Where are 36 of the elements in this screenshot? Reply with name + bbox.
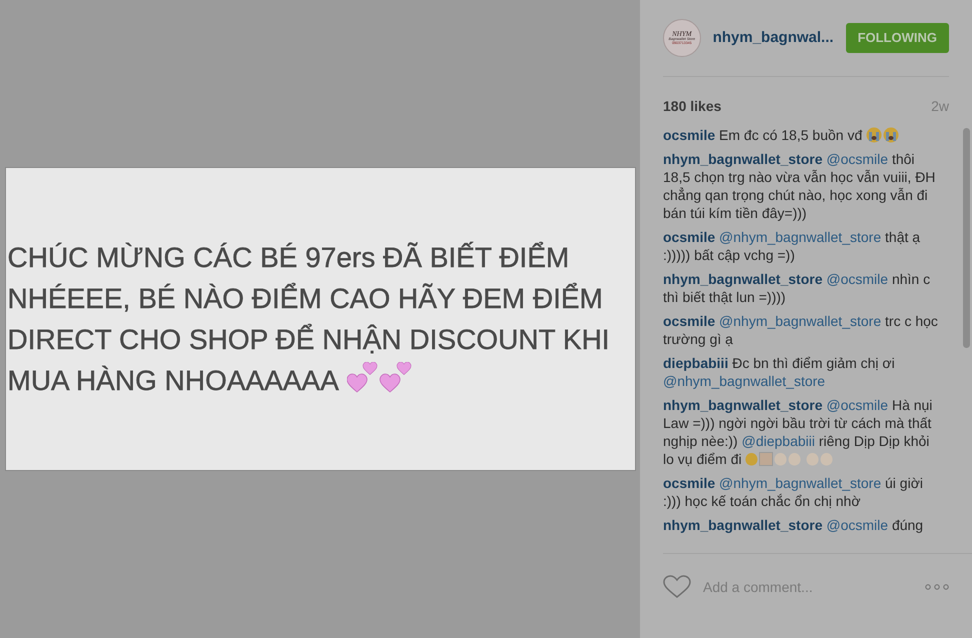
mention-link[interactable]: @ocsmile [826,397,888,413]
mention-link[interactable]: @ocsmile [826,271,888,287]
comment: ocsmile Em đc có 18,5 buồn vđ [663,126,939,144]
username-link[interactable]: ocsmile [663,313,716,329]
mention-link[interactable]: @nhym_bagnwallet_store [719,229,882,245]
comment: ocsmile @nhym_bagnwallet_store thật ạ :))))) bất cập vchg =)) [663,228,922,264]
comment: ocsmile @nhym_bagnwallet_store úi giời :))) học kế toán chắc ổn chị nhờ [663,474,924,510]
username-link[interactable]: nhym_bagnwallet_store [663,151,822,167]
post-age: 2w [931,97,949,116]
comment: nhym_bagnwallet_store @ocsmile Hà nụi Law =))) ngời ngời bầu trời từ cách mà thất nghịp nèe:)) @diepbabiii riêng Dịp Dịp khỏi lo vụ điểm đi [663,396,934,468]
username-link[interactable]: nhym_bagnwallet_store [663,271,822,287]
heart-icon[interactable] [663,575,691,599]
username-link[interactable]: diepbabiii [663,355,728,371]
post-text: CHÚC MỪNG CÁC BÉ 97ers ĐÃ BIẾT ĐIỂM NHÉEEE, BÉ NÀO ĐIỂM CAO HÃY ĐEM ĐIỂM DIRECT CHO SHOP ĐỂ NHẬN DISCOUNT KHI MUA HÀNG NHOAAAAAA [8,240,611,398]
like-count: 180 likes [663,97,722,116]
username-link[interactable]: nhym_bagnwallet_store [663,397,822,413]
username-link[interactable]: nhym_bagnwal... [712,26,834,50]
scrollbar[interactable] [963,128,970,348]
comment: nhym_bagnwallet_store @ocsmile đúng [663,516,924,534]
crying-face-icon [866,127,900,143]
username-link[interactable]: ocsmile [663,475,716,491]
username-link[interactable]: ocsmile [663,229,716,245]
mention-link[interactable]: @nhym_bagnwallet_store [719,313,882,329]
comment: diepbabiii Đc bn thì điểm giảm chị ơi @nhym_bagnwallet_store [663,354,896,390]
username-link[interactable]: nhym_bagnwallet_store [663,517,822,533]
comment: nhym_bagnwallet_store @ocsmile nhìn c thì biết thật lun =)))) [663,270,932,306]
mention-link[interactable]: @nhym_bagnwallet_store [719,475,882,491]
username-link[interactable]: ocsmile [663,127,716,143]
comment: ocsmile @nhym_bagnwallet_store trc c học trường gì ạ [663,312,939,348]
mention-link[interactable]: @ocsmile [826,517,888,533]
comment: nhym_bagnwallet_store @ocsmile thôi 18,5 chọn trg nào vừa vẫn học vẫn vuiii, ĐH chẳng qan trọng chút nào, học xong vẫn đi bán túi kím tiền đây=))) [663,150,936,222]
missing-glyph-icon [759,452,774,466]
mention-link[interactable]: @nhym_bagnwallet_store [663,373,826,389]
more-options-icon[interactable] [925,584,949,590]
mention-link[interactable]: @ocsmile [826,151,888,167]
mention-link[interactable]: @diepbabiii [742,433,815,449]
